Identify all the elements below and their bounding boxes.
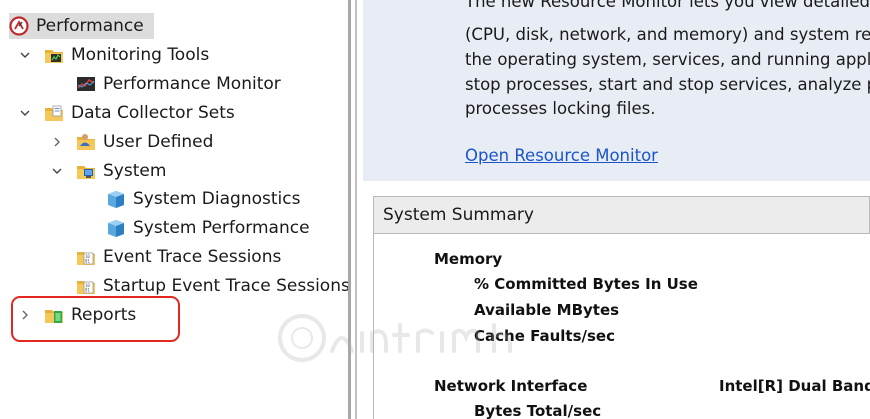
trace-sessions-icon: 10 01: [76, 247, 96, 267]
tree-item-performance[interactable]: Performance: [9, 13, 154, 39]
details-pane: The new Resource Monitor lets you view d…: [363, 0, 870, 419]
folder-reports-icon: [44, 305, 64, 325]
tree-item-label: Performance Monitor: [103, 74, 281, 94]
svg-text:01: 01: [85, 288, 90, 293]
performance-icon: [9, 16, 29, 36]
svg-text:01: 01: [85, 259, 90, 264]
navigation-tree: Performance Monitoring Tools Performance…: [0, 0, 350, 419]
description-line: (CPU, disk, network, and memory) and sys…: [465, 25, 870, 44]
tree-item-system-performance[interactable]: System Performance: [106, 215, 310, 241]
summary-counter: Bytes Total/sec: [474, 402, 602, 419]
tree-item-performance-monitor[interactable]: Performance Monitor: [76, 71, 281, 97]
performance-monitor-icon: [76, 74, 96, 94]
tree-item-label: Startup Event Trace Sessions: [103, 276, 350, 296]
tree-item-system-diagnostics[interactable]: System Diagnostics: [106, 186, 300, 212]
folder-monitor-icon: [44, 45, 64, 65]
tree-item-label: Data Collector Sets: [71, 103, 235, 123]
tree-item-label: System: [103, 161, 167, 181]
resource-monitor-description: The new Resource Monitor lets you view d…: [363, 0, 870, 181]
tree-item-label: Performance: [36, 16, 144, 36]
user-defined-icon: [76, 132, 96, 152]
tree-item-data-collector-sets[interactable]: Data Collector Sets: [44, 100, 235, 126]
summary-category: Memory: [434, 250, 503, 268]
summary-counter: Cache Faults/sec: [474, 327, 615, 345]
chevron-right-icon[interactable]: [50, 129, 64, 155]
description-line: processes locking files.: [465, 99, 656, 118]
tree-item-label: System Diagnostics: [133, 189, 301, 209]
folder-data-icon: [44, 103, 64, 123]
chevron-down-icon[interactable]: [18, 100, 32, 126]
description-line: stop processes, start and stop services,…: [465, 75, 870, 94]
trace-sessions-icon: 10 01: [76, 276, 96, 296]
tree-item-monitoring-tools[interactable]: Monitoring Tools: [44, 42, 209, 68]
open-resource-monitor-link[interactable]: Open Resource Monitor: [465, 146, 658, 165]
data-collector-set-icon: [106, 189, 126, 209]
tree-item-label: Reports: [71, 305, 137, 325]
pane-divider: [355, 0, 357, 419]
summary-value: Intel[R] Dual Band: [719, 377, 870, 395]
data-collector-set-icon: [106, 218, 126, 238]
chevron-down-icon[interactable]: [18, 42, 32, 68]
tree-item-label: User Defined: [103, 132, 214, 152]
chevron-right-icon[interactable]: [18, 302, 32, 328]
description-line: the operating system, services, and runn…: [465, 50, 870, 69]
tree-item-label: Event Trace Sessions: [103, 247, 282, 267]
tree-item-event-trace-sessions[interactable]: 10 01 Event Trace Sessions: [76, 244, 281, 270]
tree-item-label: Monitoring Tools: [71, 45, 210, 65]
summary-category: Network Interface: [434, 377, 588, 395]
tree-item-label: System Performance: [133, 218, 310, 238]
description-line: The new Resource Monitor lets you view d…: [465, 0, 870, 11]
tree-item-system[interactable]: System: [76, 158, 166, 184]
system-folder-icon: [76, 161, 96, 181]
system-summary-header[interactable]: System Summary: [373, 196, 870, 234]
summary-counter: Available MBytes: [474, 301, 620, 319]
summary-counter: % Committed Bytes In Use: [474, 275, 698, 293]
pane-splitter[interactable]: [348, 0, 351, 419]
chevron-down-icon[interactable]: [50, 158, 64, 184]
system-summary-body: Memory % Committed Bytes In Use Availabl…: [373, 234, 870, 419]
section-title: System Summary: [383, 205, 534, 225]
tree-item-reports[interactable]: Reports: [44, 302, 136, 328]
tree-item-user-defined[interactable]: User Defined: [76, 129, 213, 155]
